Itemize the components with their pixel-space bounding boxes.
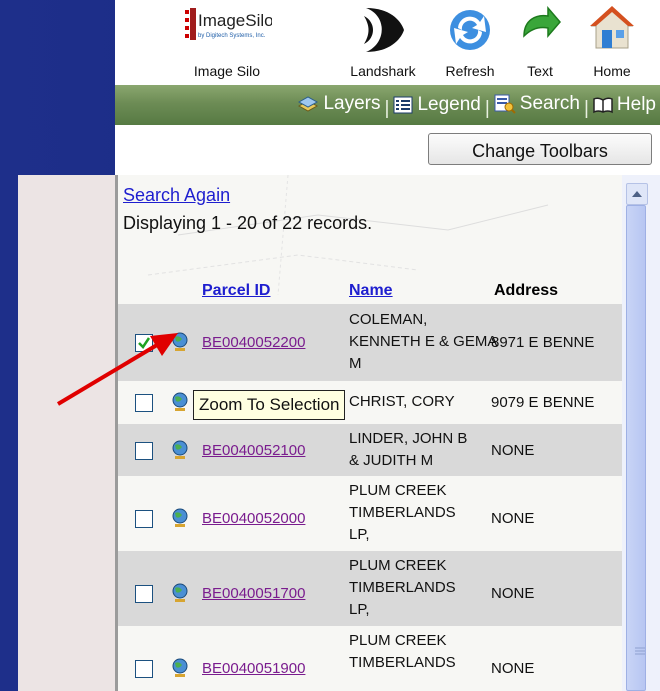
parcel-id-link[interactable]: BE0040052200 bbox=[202, 334, 305, 351]
nav-layers-label: Layers bbox=[323, 93, 381, 114]
annotation-arrow bbox=[56, 333, 178, 406]
layers-icon bbox=[298, 96, 319, 112]
nav-help[interactable]: Help bbox=[593, 94, 656, 116]
record-count-text: Displaying 1 - 20 of 22 records. bbox=[123, 213, 373, 233]
row-checkbox[interactable] bbox=[135, 442, 153, 460]
address: NONE bbox=[491, 442, 535, 459]
nav-separator: | bbox=[384, 98, 390, 119]
table-row: BE0040051700 PLUM CREEK TIMBERLANDS LP, … bbox=[118, 551, 622, 626]
scroll-up-icon bbox=[632, 191, 642, 197]
home-icon bbox=[590, 6, 634, 49]
legend-icon bbox=[393, 96, 413, 114]
refresh-icon bbox=[450, 10, 490, 50]
logo-text: ImageSilo bbox=[198, 11, 272, 30]
owner-name: PLUM CREEK TIMBERLANDS LP, bbox=[349, 557, 456, 618]
owner-name: PLUM CREEK TIMBERLANDS bbox=[349, 632, 456, 671]
table-row: BE0040052000 PLUM CREEK TIMBERLANDS LP, … bbox=[118, 476, 622, 551]
landshark-icon bbox=[364, 8, 404, 52]
text-label: Text bbox=[527, 63, 553, 79]
row-checkbox[interactable] bbox=[135, 585, 153, 603]
nav-legend[interactable]: Legend bbox=[393, 94, 481, 116]
parcel-id-link[interactable]: BE0040051900 bbox=[202, 660, 305, 677]
text-button[interactable]: Text bbox=[510, 0, 570, 85]
image-silo-button[interactable]: ImageSilo by Digitech Systems, Inc. Imag… bbox=[177, 0, 277, 85]
row-checkbox[interactable] bbox=[135, 510, 153, 528]
refresh-label: Refresh bbox=[445, 63, 495, 79]
landshark-button[interactable]: Landshark bbox=[333, 0, 433, 85]
column-header-name[interactable]: Name bbox=[349, 282, 393, 300]
globe-icon[interactable] bbox=[170, 658, 190, 678]
address: 8971 E BENNE bbox=[491, 334, 595, 351]
column-header-parcel-id[interactable]: Parcel ID bbox=[202, 282, 270, 300]
scroll-grip-icon bbox=[635, 647, 645, 655]
home-button[interactable]: Home bbox=[577, 0, 647, 85]
search-results-panel: Search Again Displaying 1 - 20 of 22 rec… bbox=[118, 175, 622, 691]
search-icon bbox=[494, 94, 516, 114]
tooltip: Zoom To Selection bbox=[193, 390, 346, 420]
address: NONE bbox=[491, 660, 535, 677]
search-again-link[interactable]: Search Again bbox=[123, 185, 230, 206]
nav-search-label: Search bbox=[519, 93, 580, 114]
column-header-address: Address bbox=[494, 282, 559, 299]
address: NONE bbox=[491, 585, 535, 602]
nav-separator: | bbox=[484, 98, 490, 119]
address: 9079 E BENNE bbox=[491, 394, 595, 411]
nav-separator: | bbox=[583, 98, 589, 119]
parcel-id-link[interactable]: BE0040051700 bbox=[202, 585, 305, 602]
row-checkbox[interactable] bbox=[135, 660, 153, 678]
nav-help-label: Help bbox=[616, 94, 656, 115]
address: NONE bbox=[491, 510, 535, 527]
vertical-scrollbar[interactable] bbox=[622, 175, 660, 691]
owner-name: CHRIST, CORY bbox=[349, 393, 455, 410]
owner-name: LINDER, JOHN B & JUDITH M bbox=[349, 430, 468, 469]
toolbar-row: Change Toolbars bbox=[115, 125, 660, 175]
landshark-label: Landshark bbox=[350, 63, 416, 79]
globe-icon[interactable] bbox=[170, 583, 190, 603]
home-label: Home bbox=[593, 63, 631, 79]
owner-name: COLEMAN, KENNETH E & GEMA M bbox=[349, 311, 497, 372]
logo-subtext: by Digitech Systems, Inc. bbox=[198, 33, 266, 39]
top-toolbar: ImageSilo by Digitech Systems, Inc. Imag… bbox=[115, 0, 660, 85]
imagesilo-logo-icon: ImageSilo by Digitech Systems, Inc. bbox=[185, 8, 272, 40]
parcel-id-link[interactable]: BE0040052100 bbox=[202, 442, 305, 459]
globe-icon[interactable] bbox=[170, 508, 190, 528]
text-icon bbox=[523, 6, 561, 39]
scroll-thumb[interactable] bbox=[626, 205, 646, 691]
nav-layers[interactable]: Layers bbox=[297, 93, 381, 115]
owner-name: PLUM CREEK TIMBERLANDS LP, bbox=[349, 482, 456, 543]
table-row: BE0040052100 LINDER, JOHN B & JUDITH M N… bbox=[118, 424, 622, 476]
nav-search[interactable]: Search bbox=[494, 93, 580, 115]
refresh-button[interactable]: Refresh bbox=[430, 0, 510, 85]
parcel-id-link[interactable]: BE0040052000 bbox=[202, 510, 305, 527]
nav-bar: Layers | Legend | Search | Help bbox=[115, 85, 660, 125]
nav-legend-label: Legend bbox=[417, 94, 481, 115]
image-silo-label: Image Silo bbox=[193, 63, 261, 79]
change-toolbars-button[interactable]: Change Toolbars bbox=[428, 133, 652, 165]
scroll-up-button[interactable] bbox=[626, 183, 648, 205]
left-pane bbox=[18, 175, 115, 691]
help-icon bbox=[593, 97, 613, 114]
globe-icon[interactable] bbox=[170, 440, 190, 460]
table-row: BE0040051900 PLUM CREEK TIMBERLANDS NONE bbox=[118, 626, 622, 691]
